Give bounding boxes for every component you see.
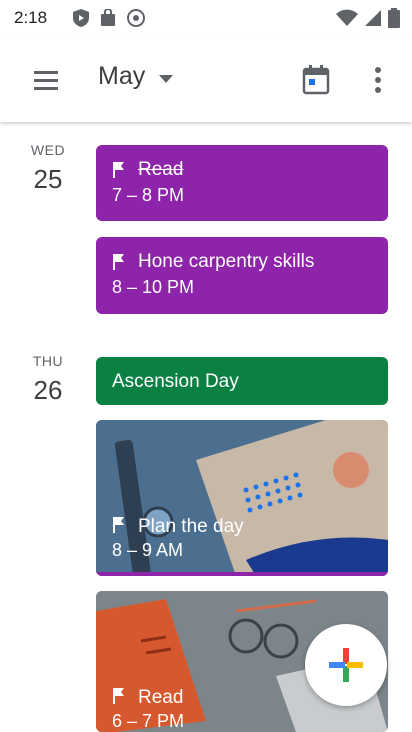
flag-icon xyxy=(113,162,124,178)
event-title: Hone carpentry skills xyxy=(138,251,315,272)
day-of-week: WED xyxy=(30,142,66,158)
day-number: 26 xyxy=(33,375,63,405)
chevron-down-icon xyxy=(159,74,174,83)
today-calendar-icon[interactable] xyxy=(296,60,336,100)
event-plan-the-day[interactable]: Plan the day 8 – 9 AM xyxy=(96,420,388,576)
signal-icon xyxy=(365,10,381,26)
wifi-icon xyxy=(336,9,358,26)
event-carpentry[interactable]: Hone carpentry skills 8 – 10 PM xyxy=(96,237,388,314)
bag-icon xyxy=(101,9,115,26)
event-time: 8 – 10 PM xyxy=(112,277,195,297)
create-event-button[interactable] xyxy=(305,624,387,706)
status-time: 2:18 xyxy=(14,8,48,27)
event-time: 8 – 9 AM xyxy=(112,540,184,560)
event-time: 7 – 8 PM xyxy=(112,185,185,205)
app-bar: May xyxy=(0,40,412,122)
event-title: Ascension Day xyxy=(112,371,239,392)
day-header-26[interactable]: THU 26 xyxy=(18,353,78,406)
status-system-icons xyxy=(336,8,400,28)
day-header-25[interactable]: WED 25 xyxy=(18,142,78,195)
flag-icon xyxy=(113,688,124,704)
hamburger-menu-icon[interactable] xyxy=(28,62,64,98)
month-selector[interactable]: May xyxy=(98,62,174,91)
battery-icon xyxy=(388,8,400,28)
flag-icon xyxy=(113,517,124,533)
flag-icon xyxy=(113,254,124,270)
event-title: Read xyxy=(138,159,184,180)
event-read-evening[interactable]: Read 7 – 8 PM xyxy=(96,145,388,221)
day-of-week: THU xyxy=(32,353,64,369)
month-label: May xyxy=(98,62,146,90)
status-notification-icons xyxy=(72,8,146,28)
at-sign-icon xyxy=(127,9,145,27)
day-number: 25 xyxy=(33,164,63,194)
event-title: Plan the day xyxy=(138,516,244,537)
event-time: 6 – 7 PM xyxy=(112,711,185,731)
event-title: Read xyxy=(138,687,184,708)
shield-play-icon xyxy=(73,9,89,27)
plus-icon xyxy=(329,648,363,682)
event-color-bar xyxy=(96,572,388,576)
event-ascension-day[interactable]: Ascension Day xyxy=(96,357,388,405)
more-options-icon[interactable] xyxy=(366,60,390,100)
status-bar: 2:18 xyxy=(0,0,412,36)
